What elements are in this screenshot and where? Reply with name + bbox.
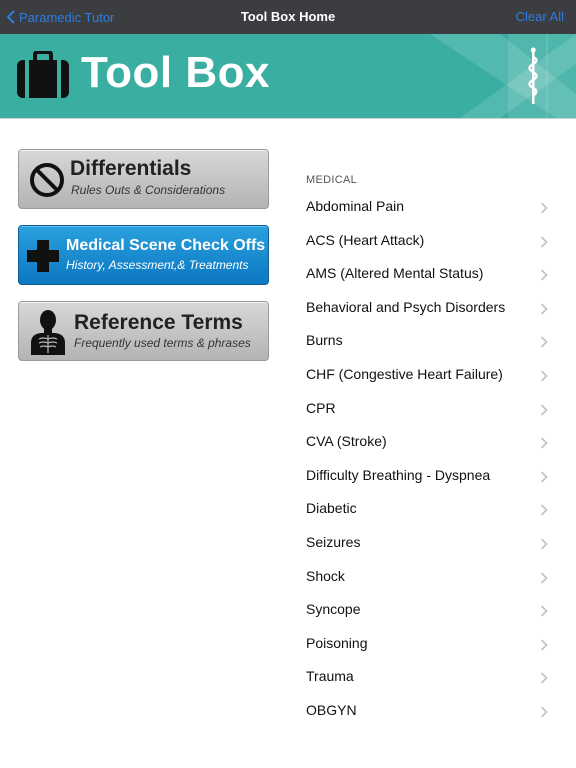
staff-of-asclepius-icon bbox=[528, 47, 538, 104]
anatomy-icon bbox=[31, 310, 65, 355]
list-item-label: ACS (Heart Attack) bbox=[306, 231, 425, 248]
list-item[interactable]: Trauma bbox=[290, 660, 576, 694]
chevron-right-icon bbox=[540, 202, 548, 214]
list-item-label: Diabetic bbox=[306, 500, 357, 517]
list-item[interactable]: Syncope bbox=[290, 593, 576, 627]
chevron-right-icon bbox=[540, 370, 548, 382]
chevron-right-icon bbox=[540, 437, 548, 449]
medical-scene-check-offs-button[interactable]: Medical Scene Check Offs History, Assess… bbox=[18, 225, 269, 285]
list-item[interactable]: ACS (Heart Attack) bbox=[290, 224, 576, 258]
list-item-label: CVA (Stroke) bbox=[306, 433, 387, 450]
tool-box-banner: Tool Box bbox=[0, 34, 576, 118]
list-item[interactable]: Poisoning bbox=[290, 627, 576, 661]
differentials-subtitle: Rules Outs & Considerations bbox=[71, 183, 226, 197]
list-item-label: Abdominal Pain bbox=[306, 198, 405, 214]
list-item-label: AMS (Altered Mental Status) bbox=[306, 265, 484, 282]
list-item-label: CPR bbox=[306, 399, 336, 416]
list-item[interactable]: CVA (Stroke) bbox=[290, 425, 576, 459]
list-item-label: Seizures bbox=[306, 533, 361, 550]
list-item[interactable]: Shock bbox=[290, 560, 576, 594]
medical-list: Abdominal Pain ACS (Heart Attack) AMS (Alt… bbox=[290, 190, 576, 728]
list-item[interactable]: Burns bbox=[290, 324, 576, 358]
banner-title: Tool Box bbox=[81, 48, 270, 97]
reference-terms-title: Reference Terms bbox=[74, 311, 243, 334]
briefcase-icon bbox=[17, 51, 69, 98]
navigation-bar: Paramedic Tutor Tool Box Home Clear All bbox=[0, 0, 576, 34]
chevron-left-icon bbox=[6, 10, 15, 24]
list-item[interactable]: Seizures bbox=[290, 526, 576, 560]
chevron-right-icon bbox=[540, 672, 548, 684]
medical-scene-check-offs-subtitle: History, Assessment,& Treatments bbox=[66, 258, 249, 272]
differentials-button[interactable]: Differentials Rules Outs & Consideration… bbox=[18, 149, 269, 209]
medical-scene-check-offs-title: Medical Scene Check Offs bbox=[66, 237, 266, 254]
chevron-right-icon bbox=[540, 269, 548, 281]
chevron-right-icon bbox=[540, 403, 548, 416]
chevron-right-icon bbox=[540, 235, 548, 248]
list-item[interactable]: Difficulty Breathing - Dyspnea bbox=[290, 459, 576, 493]
chevron-right-icon bbox=[540, 605, 548, 617]
chevron-right-icon bbox=[540, 639, 548, 651]
app-window: Paramedic Tutor Tool Box Home Clear All … bbox=[0, 0, 576, 768]
list-item-label: OBGYN bbox=[306, 701, 357, 718]
list-item-label: Trauma bbox=[306, 668, 354, 685]
list-item-label: Behavioral and Psych Disorders bbox=[306, 298, 506, 315]
clear-all-button[interactable]: Clear All bbox=[516, 0, 564, 34]
section-header-medical: MEDICAL bbox=[306, 174, 357, 186]
list-item[interactable]: Behavioral and Psych Disorders bbox=[290, 291, 576, 325]
chevron-right-icon bbox=[540, 706, 548, 718]
list-item-label: Syncope bbox=[306, 601, 361, 618]
list-item-label: Burns bbox=[306, 332, 343, 349]
chevron-right-icon bbox=[540, 471, 548, 483]
chevron-right-icon bbox=[540, 571, 548, 584]
list-item[interactable]: Diabetic bbox=[290, 492, 576, 526]
list-item[interactable]: OBGYN bbox=[290, 694, 576, 728]
list-item[interactable]: CPR bbox=[290, 392, 576, 426]
chevron-right-icon bbox=[540, 303, 548, 315]
list-item-label: Poisoning bbox=[306, 634, 368, 651]
reference-terms-subtitle: Frequently used terms & phrases bbox=[74, 336, 251, 350]
list-item[interactable]: CHF (Congestive Heart Failure) bbox=[290, 358, 576, 392]
back-button[interactable]: Paramedic Tutor bbox=[6, 0, 114, 34]
chevron-right-icon bbox=[540, 538, 548, 550]
differentials-title: Differentials bbox=[70, 157, 192, 180]
list-item-label: Difficulty Breathing - Dyspnea bbox=[306, 466, 491, 483]
no-entry-icon bbox=[30, 163, 64, 197]
list-item[interactable]: Abdominal Pain bbox=[290, 190, 576, 224]
list-item-label: CHF (Congestive Heart Failure) bbox=[306, 365, 503, 382]
back-button-label: Paramedic Tutor bbox=[19, 9, 115, 25]
list-item-label: Shock bbox=[306, 567, 345, 584]
chevron-right-icon bbox=[540, 336, 548, 349]
reference-terms-button[interactable]: Reference Terms Frequently used terms & … bbox=[18, 301, 269, 361]
medical-cross-icon bbox=[27, 240, 59, 272]
list-item[interactable]: AMS (Altered Mental Status) bbox=[290, 257, 576, 291]
chevron-right-icon bbox=[540, 504, 548, 516]
header-divider bbox=[0, 118, 576, 119]
